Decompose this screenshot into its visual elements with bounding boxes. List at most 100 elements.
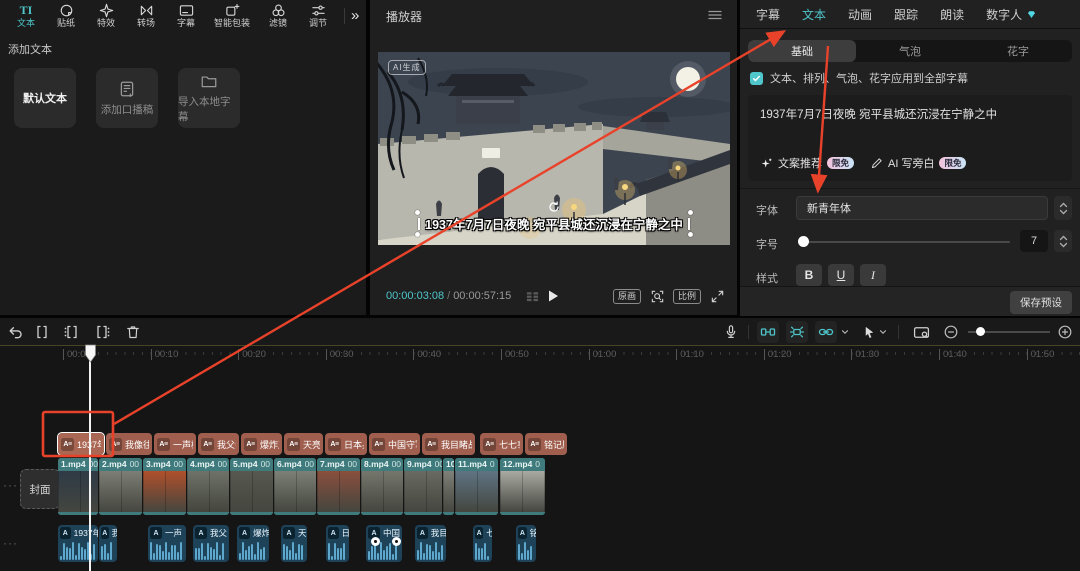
frame-list-icon[interactable] bbox=[525, 289, 540, 304]
italic-button[interactable]: I bbox=[860, 264, 886, 286]
video-clip[interactable]: 8.mp400 bbox=[361, 458, 403, 515]
script-doc-icon bbox=[118, 80, 136, 98]
audio-clip[interactable]: A日 bbox=[326, 525, 349, 562]
default-text-card[interactable]: 默认文本 bbox=[14, 68, 76, 128]
bold-button[interactable]: B bbox=[796, 264, 822, 286]
focus-zoom-icon[interactable] bbox=[650, 289, 665, 304]
video-clip[interactable]: 9.mp400 bbox=[404, 458, 442, 515]
video-clip[interactable]: 3.mp400 bbox=[143, 458, 186, 515]
font-size-stepper[interactable] bbox=[1054, 230, 1072, 252]
tab-text[interactable]: 文本 bbox=[802, 6, 826, 23]
video-preview[interactable]: AI生成 1937年7月7日夜晚 宛平县城还沉浸在宁静之中 bbox=[378, 52, 730, 245]
video-clip[interactable]: 2.mp400 bbox=[99, 458, 142, 515]
ai-tool-label: 文案推荐 bbox=[778, 155, 822, 171]
text-clip[interactable]: A≡天亮后 bbox=[284, 433, 323, 455]
pen-icon bbox=[870, 157, 883, 170]
right-panel-footer: 保存预设 bbox=[740, 286, 1080, 316]
underline-button[interactable]: U bbox=[828, 264, 854, 286]
subtitle-handle-right[interactable] bbox=[688, 218, 690, 230]
play-button[interactable] bbox=[546, 289, 560, 303]
import-subtitle-card[interactable]: 导入本地字幕 bbox=[178, 68, 240, 128]
text-clip[interactable]: A≡我像往常 bbox=[106, 433, 152, 455]
subtab-bubble[interactable]: 气泡 bbox=[856, 40, 964, 62]
video-clip-name: 7.mp400 bbox=[317, 458, 360, 471]
ratio-button[interactable]: 比例 bbox=[673, 289, 701, 304]
video-clip[interactable]: 5.mp400 bbox=[230, 458, 273, 515]
playhead[interactable] bbox=[89, 345, 91, 571]
video-clip[interactable]: 4.mp400 bbox=[187, 458, 229, 515]
audio-clip[interactable]: A七 bbox=[473, 525, 492, 562]
toolbar-expand-button[interactable]: » bbox=[351, 9, 359, 23]
text-clip[interactable]: A≡我父亲 bbox=[198, 433, 239, 455]
tab-tracking[interactable]: 跟踪 bbox=[894, 6, 918, 23]
video-clip[interactable]: 10. bbox=[443, 458, 454, 515]
toolbar-item-text[interactable]: TI文本 bbox=[6, 0, 46, 31]
video-clip[interactable]: 12.mp40 bbox=[500, 458, 545, 515]
subtitle-selection-box[interactable]: 1937年7月7日夜晚 宛平县城还沉浸在宁静之中 bbox=[417, 212, 691, 235]
toolbar-item-sticker[interactable]: 贴纸 bbox=[46, 0, 86, 31]
subtitle-handle-tl[interactable] bbox=[415, 210, 420, 215]
audio-clip-label: 日 bbox=[342, 527, 349, 539]
font-stepper[interactable] bbox=[1054, 196, 1072, 220]
toolbar-item-filter[interactable]: 滤镜 bbox=[258, 0, 298, 31]
text-clip[interactable]: A≡我目睹战争 bbox=[422, 433, 475, 455]
player-menu-icon[interactable] bbox=[707, 7, 723, 23]
rotate-handle-icon[interactable] bbox=[546, 199, 561, 214]
subtitle-handle-left[interactable] bbox=[418, 218, 420, 230]
subtitle-handle-tr[interactable] bbox=[688, 210, 693, 215]
original-quality-button[interactable]: 原画 bbox=[613, 289, 641, 304]
tab-digital-human[interactable]: 数字人 bbox=[986, 6, 1037, 23]
toolbar-item-captions[interactable]: 字幕 bbox=[166, 0, 206, 31]
total-duration: 00:00:57:15 bbox=[453, 290, 511, 302]
text-clip[interactable]: A≡1937年 bbox=[58, 433, 104, 455]
video-clip[interactable]: 11.mp40 bbox=[455, 458, 498, 515]
text-clip[interactable]: A≡一声枪 bbox=[154, 433, 196, 455]
text-clip[interactable]: A≡铭记历 bbox=[525, 433, 567, 455]
tab-reading[interactable]: 朗读 bbox=[940, 6, 964, 23]
subtitle-text-value[interactable]: 1937年7月7日夜晚 宛平县城还沉浸在宁静之中 bbox=[760, 107, 1060, 123]
text-clip[interactable]: A≡七七事 bbox=[480, 433, 523, 455]
audio-clip[interactable]: A我目 bbox=[415, 525, 446, 562]
font-size-value[interactable]: 7 bbox=[1020, 230, 1048, 252]
video-clip[interactable]: 7.mp400 bbox=[317, 458, 360, 515]
subtab-fancy-text[interactable]: 花字 bbox=[964, 40, 1072, 62]
font-size-slider[interactable] bbox=[798, 241, 1010, 243]
font-size-slider-handle[interactable] bbox=[798, 236, 809, 247]
fullscreen-icon[interactable] bbox=[710, 289, 725, 304]
video-clip-footer bbox=[187, 512, 229, 515]
audio-clip[interactable]: A我 bbox=[99, 525, 117, 562]
toolbar-item-transition[interactable]: 转场 bbox=[126, 0, 166, 31]
subtitle-handle-br[interactable] bbox=[688, 232, 693, 237]
text-clip[interactable]: A≡中国守军 bbox=[369, 433, 420, 455]
audio-clip[interactable]: A我父 bbox=[193, 525, 229, 562]
video-clip-footer bbox=[58, 512, 98, 515]
ai-tools-row: 文案推荐限免 AI 写旁白限免 bbox=[760, 155, 966, 171]
adjust-icon bbox=[311, 3, 326, 18]
video-clip[interactable]: 6.mp400 bbox=[274, 458, 316, 515]
audio-clip[interactable]: A1937年 bbox=[58, 525, 98, 562]
keyframe-dot[interactable] bbox=[392, 537, 401, 546]
audio-clip[interactable]: A一声 bbox=[148, 525, 186, 562]
toolbar-item-effects[interactable]: 特效 bbox=[86, 0, 126, 31]
font-select[interactable]: 新青年体 bbox=[796, 196, 1048, 220]
audio-clip[interactable]: A中国 bbox=[366, 525, 402, 562]
tab-subtitles[interactable]: 字幕 bbox=[756, 6, 780, 23]
audio-clip[interactable]: A爆炸 bbox=[237, 525, 269, 562]
apply-all-checkbox[interactable] bbox=[750, 72, 763, 85]
audio-clip-label: 爆炸 bbox=[253, 527, 269, 539]
text-clip[interactable]: A≡爆炸声 bbox=[241, 433, 282, 455]
tab-animation[interactable]: 动画 bbox=[848, 6, 872, 23]
toolbar-item-adjust[interactable]: 调节 bbox=[298, 0, 338, 31]
font-value: 新青年体 bbox=[807, 200, 851, 216]
save-preset-button[interactable]: 保存预设 bbox=[1010, 291, 1072, 314]
audio-clip[interactable]: A天 bbox=[281, 525, 307, 562]
subtab-basic[interactable]: 基础 bbox=[748, 40, 856, 62]
subtitle-text-editor[interactable]: 1937年7月7日夜晚 宛平县城还沉浸在宁静之中 文案推荐限免 AI 写旁白限免 bbox=[748, 95, 1072, 181]
ai-voiceover-button[interactable]: AI 写旁白限免 bbox=[870, 155, 966, 171]
text-clip[interactable]: A≡日本兵 bbox=[325, 433, 367, 455]
video-clip[interactable]: 1.mp400 bbox=[58, 458, 98, 515]
toolbar-item-smart-pack[interactable]: 智能包装 bbox=[206, 0, 258, 31]
broadcast-script-card[interactable]: 添加口播稿 bbox=[96, 68, 158, 128]
copy-suggest-button[interactable]: 文案推荐限免 bbox=[760, 155, 854, 171]
audio-clip[interactable]: A铭 bbox=[516, 525, 536, 562]
